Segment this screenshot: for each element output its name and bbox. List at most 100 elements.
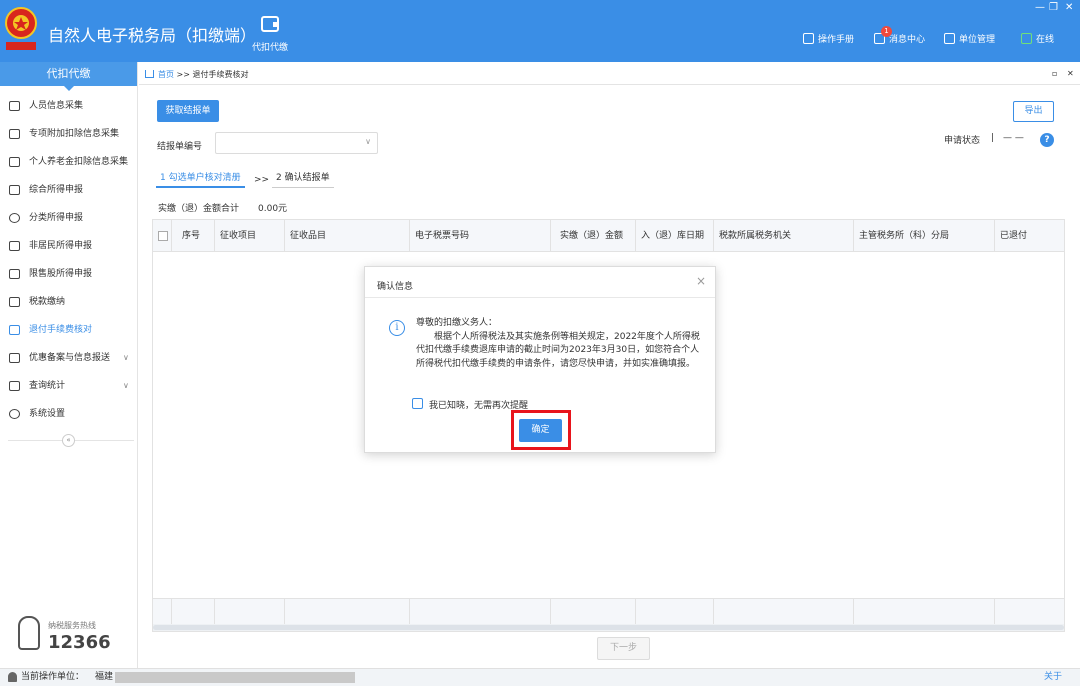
sidebar-item-classified-income[interactable]: 分类所得申报 [0,204,137,232]
breadcrumb-separator: >> [176,70,190,79]
dialog-title: 确认信息 [377,282,414,292]
minimize-button[interactable]: — [1035,2,1045,13]
select-all-checkbox[interactable] [158,231,168,241]
dialog-divider [365,297,715,298]
footer-cell [853,599,854,625]
list-icon [9,129,20,139]
layers-icon [9,185,20,195]
table-footer [153,598,1064,625]
dont-remind-checkbox[interactable] [412,398,423,409]
doc-icon [9,325,20,335]
manual-link[interactable]: 操作手册 [803,32,854,45]
sidebar-header: 代扣代缴 [0,62,137,91]
manual-icon [803,33,814,44]
title-bar: 自然人电子税务局（扣缴端） 代扣代缴 操作手册 1 消息中心 单位管理 在线 —… [0,0,1080,62]
bar-icon [9,269,20,279]
step-2-tab[interactable]: 2 确认结报单 [272,170,334,188]
footer-cell [635,599,636,625]
step-1-tab[interactable]: 1 勾选单户核对清册 [156,170,245,188]
nonresident-icon [9,241,20,251]
chevron-down-icon: ∨ [123,353,129,362]
column-header: 征收项目 [214,220,284,252]
sidebar-item-system-settings[interactable]: 系统设置 [0,400,137,428]
operator-value: 福建 [95,672,114,682]
online-status[interactable]: 在线 [1021,32,1054,45]
column-header: 已退付 [994,220,1064,252]
unit-management-link[interactable]: 单位管理 [944,32,995,45]
column-header: 序号 [171,220,214,252]
total-value: 0.00元 [258,204,288,214]
footer-cell [214,599,215,625]
statement-number-select[interactable]: ∨ [215,132,378,154]
sidebar-item-preferential-filing[interactable]: 优惠备案与信息报送 ∨ [0,344,137,372]
sidebar-item-restricted-shares[interactable]: 限售股所得申报 [0,260,137,288]
status-value: — — [1003,133,1024,143]
column-header: 主管税务所（科）分局 [853,220,994,252]
fetch-statement-button[interactable]: 获取结报单 [157,100,219,122]
sidebar-item-query-stats[interactable]: 查询统计 ∨ [0,372,137,400]
help-icon[interactable]: ? [1040,133,1054,147]
info-icon: i [389,320,405,336]
module-label: 代扣代缴 [251,43,288,53]
breadcrumb-current: 退付手续费核对 [192,70,249,79]
module-daikoudaijiao[interactable]: 代扣代缴 [248,16,292,53]
query-icon [9,381,20,391]
close-tab-icon[interactable]: ✕ [1067,69,1074,78]
breadcrumb: 首页 >> 退付手续费核对 [145,69,249,80]
unit-label: 单位管理 [959,35,996,45]
message-center-link[interactable]: 1 消息中心 [874,26,926,45]
user-icon [8,672,17,682]
sidebar-item-comprehensive-income[interactable]: 综合所得申报 [0,176,137,204]
horizontal-scrollbar[interactable] [153,624,1064,631]
sidebar-item-tax-payment[interactable]: 税款缴纳 [0,288,137,316]
message-icon: 1 [874,26,892,44]
redacted-unit-name [115,672,355,683]
collapse-sidebar-button[interactable]: « [62,434,75,447]
sidebar-item-person-info[interactable]: 人员信息采集 [0,92,137,120]
online-label: 在线 [1036,35,1055,45]
close-icon[interactable]: × [696,274,706,288]
sidebar-item-special-deduction[interactable]: 专项附加扣除信息采集 [0,120,137,148]
sidebar-item-label: 人员信息采集 [29,101,84,111]
export-button[interactable]: 导出 [1013,101,1054,122]
dialog-body: 根据个人所得税法及其实施条例等相关规定，2022年度个人所得税代扣代缴手续费退库… [416,331,700,369]
app-title: 自然人电子税务局（扣缴端） [48,26,257,45]
next-step-button[interactable]: 下一步 [597,637,650,660]
hotline-label: 纳税服务热线 [48,621,96,630]
headset-icon [18,616,40,650]
about-link[interactable]: 关于 [1044,669,1062,686]
sidebar-item-label: 退付手续费核对 [29,325,93,335]
tax-emblem-logo [5,7,37,50]
breadcrumb-home[interactable]: 首页 [158,70,174,79]
folder-icon [9,297,20,307]
dialog-greeting: 尊敬的扣缴义务人： [416,318,498,328]
person-icon [9,101,20,111]
restore-panel-icon[interactable]: ▫ [1052,69,1057,78]
step-separator: >> [254,175,270,185]
pension-icon [9,157,20,167]
unit-icon [944,33,955,44]
sidebar-item-label: 非居民所得申报 [29,241,93,251]
table-header: 序号 征收项目 征收品目 电子税票号码 实缴（退）金额 入（退）库日期 税款所属… [153,220,1064,252]
sidebar-item-label: 限售股所得申报 [29,269,93,279]
sidebar-item-fee-refund-check[interactable]: 退付手续费核对 [0,316,137,344]
sidebar-item-nonresident[interactable]: 非居民所得申报 [0,232,137,260]
statement-number-label: 结报单编号 [157,142,203,152]
column-header: 实缴（退）金额 [550,220,635,252]
sidebar-item-label: 系统设置 [29,409,66,419]
close-window-button[interactable]: ✕ [1065,2,1073,13]
total-label: 实缴（退）金额合计 [158,204,240,214]
sidebar-item-label: 税款缴纳 [29,297,66,307]
footer-cell [713,599,714,625]
chevron-down-icon: ∨ [123,381,129,390]
sidebar-item-label: 优惠备案与信息报送 [29,353,111,363]
hotline: 纳税服务热线 12366 [12,612,122,656]
confirm-ok-button[interactable]: 确定 [519,419,562,442]
sidebar-item-label: 分类所得申报 [29,213,84,223]
status-label: 申请状态 [944,136,981,146]
restore-button[interactable]: ❐ [1049,2,1058,13]
monitor-icon [1021,33,1032,44]
message-label: 消息中心 [889,35,926,45]
scrollbar-thumb[interactable] [153,625,1064,630]
sidebar-item-pension[interactable]: 个人养老金扣除信息采集 [0,148,137,176]
